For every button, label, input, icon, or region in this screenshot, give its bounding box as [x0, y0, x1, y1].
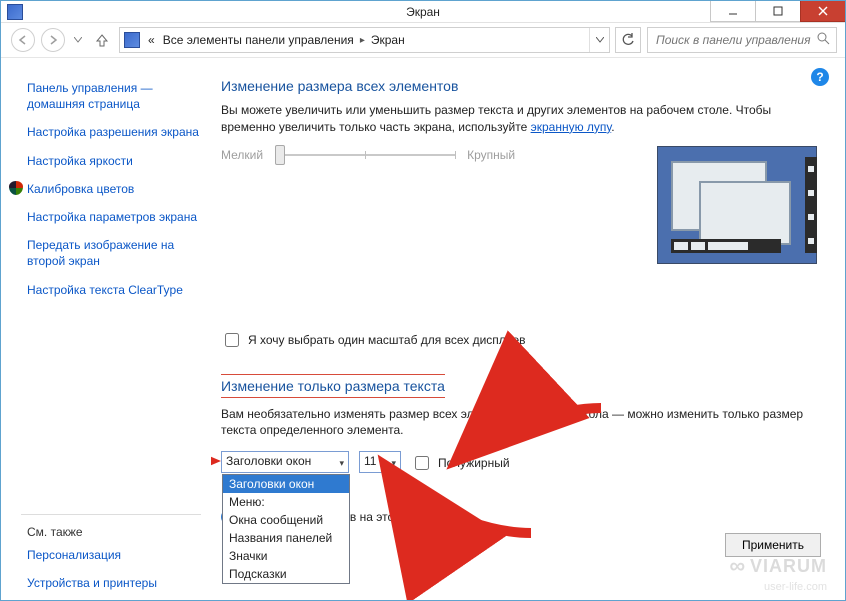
display-preview	[657, 146, 817, 264]
text-size-controls: Заголовки окон ▾ Заголовки окон Меню: Ок…	[221, 451, 821, 473]
annotation-arrow-1	[211, 446, 221, 479]
sidebar-project[interactable]: Передать изображение на второй экран	[27, 237, 201, 269]
history-dropdown[interactable]	[71, 28, 85, 52]
sidebar: Панель управления — домашняя страница На…	[1, 58, 211, 601]
back-button[interactable]	[11, 28, 35, 52]
minimize-button[interactable]	[710, 0, 756, 22]
crumb-sep-icon: ▸	[358, 35, 367, 46]
option-title-bars[interactable]: Заголовки окон	[223, 475, 349, 493]
sidebar-home[interactable]: Панель управления — домашняя страница	[27, 80, 201, 112]
bold-label: Полужирный	[438, 456, 510, 470]
heading-resize-all: Изменение размера всех элементов	[221, 78, 821, 94]
chevron-down-icon: ▾	[391, 458, 396, 469]
app-icon	[7, 4, 23, 20]
search-icon[interactable]	[817, 32, 830, 48]
bold-checkbox[interactable]	[415, 456, 429, 470]
element-select-dropdown: Заголовки окон Меню: Окна сообщений Назв…	[222, 474, 350, 584]
window-buttons	[710, 1, 845, 22]
crumb-root[interactable]: «	[144, 33, 159, 47]
sidebar-personalization[interactable]: Персонализация	[27, 547, 201, 563]
heading-text-size: Изменение только размера текста	[221, 374, 445, 398]
refresh-button[interactable]	[615, 27, 641, 53]
chevron-down-icon: ▾	[339, 458, 344, 469]
address-dropdown-icon[interactable]	[589, 28, 609, 52]
crumb-all-items[interactable]: Все элементы панели управления	[159, 33, 358, 47]
option-icons[interactable]: Значки	[223, 547, 349, 565]
one-scale-label: Я хочу выбрать один масштаб для всех дис…	[248, 333, 526, 347]
element-select-value: Заголовки окон	[226, 454, 311, 468]
desc-text-size: Вам необязательно изменять размер всех э…	[221, 406, 821, 440]
slider-label-large: Крупный	[467, 148, 515, 162]
bold-row: Полужирный	[411, 453, 510, 473]
magnifier-link[interactable]: экранную лупу	[531, 120, 612, 134]
up-button[interactable]	[91, 29, 113, 51]
sidebar-brightness[interactable]: Настройка яркости	[27, 153, 201, 169]
one-scale-row: Я хочу выбрать один масштаб для всех дис…	[221, 330, 821, 350]
search-box[interactable]	[647, 27, 837, 53]
close-button[interactable]	[800, 0, 846, 22]
option-menus[interactable]: Меню:	[223, 493, 349, 511]
address-bar: « Все элементы панели управления ▸ Экран	[1, 23, 845, 58]
scale-slider[interactable]	[275, 154, 455, 156]
sidebar-cleartype[interactable]: Настройка текста ClearType	[27, 282, 201, 298]
apply-button[interactable]: Применить	[725, 533, 821, 557]
sidebar-calibrate-label: Калибровка цветов	[27, 181, 134, 197]
main-panel: Изменение размера всех элементов Вы може…	[211, 58, 845, 601]
shield-icon	[9, 181, 23, 195]
maximize-button[interactable]	[755, 0, 801, 22]
crumb-display[interactable]: Экран	[367, 33, 409, 47]
forward-button[interactable]	[41, 28, 65, 52]
watermark-sub: user-life.com	[764, 581, 827, 593]
location-icon	[124, 32, 140, 48]
window: Экран « Все элемент	[0, 0, 846, 601]
size-select-value: 11	[364, 454, 376, 468]
size-select[interactable]: 11 ▾	[359, 451, 401, 473]
one-scale-checkbox[interactable]	[225, 333, 239, 347]
slider-label-small: Мелкий	[221, 148, 263, 162]
element-select[interactable]: Заголовки окон ▾ Заголовки окон Меню: Ок…	[221, 451, 349, 473]
titlebar: Экран	[1, 1, 845, 23]
sidebar-devices[interactable]: Устройства и принтеры	[27, 575, 201, 591]
option-tooltips[interactable]: Подсказки	[223, 565, 349, 583]
content-area: ? Панель управления — домашняя страница …	[1, 58, 845, 601]
search-input[interactable]	[654, 32, 817, 48]
see-also-heading: См. также	[27, 525, 201, 539]
slider-thumb[interactable]	[275, 145, 285, 165]
sidebar-divider	[21, 514, 201, 515]
breadcrumb-box[interactable]: « Все элементы панели управления ▸ Экран	[119, 27, 610, 53]
option-message-boxes[interactable]: Окна сообщений	[223, 511, 349, 529]
option-palette-titles[interactable]: Названия панелей	[223, 529, 349, 547]
sidebar-calibrate[interactable]: Калибровка цветов	[9, 181, 201, 197]
sidebar-display-settings[interactable]: Настройка параметров экрана	[27, 209, 201, 225]
sidebar-resolution[interactable]: Настройка разрешения экрана	[27, 124, 201, 140]
desc-resize-all: Вы можете увеличить или уменьшить размер…	[221, 102, 821, 136]
